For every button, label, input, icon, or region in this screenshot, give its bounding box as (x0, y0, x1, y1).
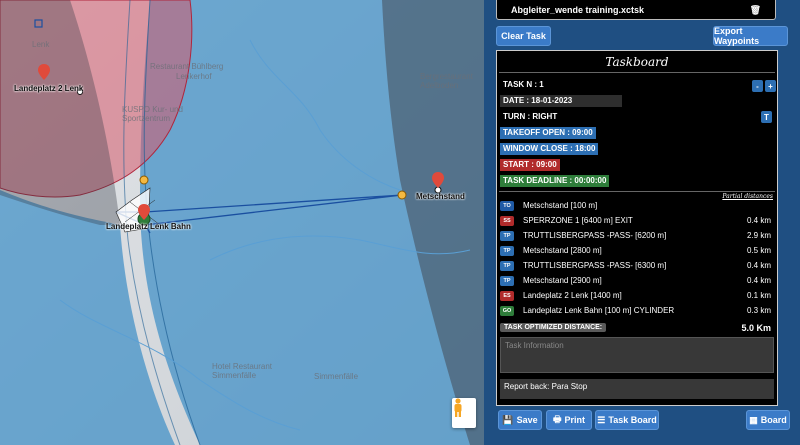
print-icon: 🖶 (552, 414, 562, 424)
map-label-lenkerhof: Lenkerhof (176, 72, 212, 81)
pegman-icon[interactable] (452, 398, 476, 428)
task-turn: TURN : RIGHT (503, 112, 558, 121)
waypoint-name: Landeplatz Lenk Bahn [100 m] CYLINDER (523, 306, 675, 315)
taskboard-title: Taskboard (605, 55, 669, 69)
task-panel: Abgleiter_wende training.xctsk 🗑 Clear T… (484, 0, 800, 445)
waypoint-type-badge: TO (500, 200, 514, 211)
waypoint-name: Metschstand [2900 m] (523, 276, 602, 285)
waypoint-name: Landeplatz 2 Lenk [1400 m] (523, 291, 622, 300)
task-date[interactable]: DATE : 18-01-2023 (500, 95, 622, 107)
board-label: Board (760, 415, 787, 425)
task-plus-button[interactable]: + (765, 80, 776, 92)
map-label-lenk: Lenk (32, 40, 50, 49)
map-view[interactable]: Lenk Landeplatz 2 Lenk Landeplatz Lenk B… (0, 0, 484, 445)
board-button[interactable]: ▦ Board (746, 410, 790, 430)
export-waypoints-button[interactable]: Export Waypoints (713, 26, 788, 46)
takeoff-open[interactable]: TAKEOFF OPEN : 09:00 (500, 127, 596, 139)
waypoint-type-badge: ES (500, 290, 514, 301)
map-label-bergrestaurant: Bergrestaurant Adelboden (420, 72, 473, 90)
waypoint-name: TRUTTLISBERGPASS -PASS- [6200 m] (523, 231, 667, 240)
waypoint-distance: 0.5 km (746, 246, 771, 255)
waypoint-distance: 0.1 km (746, 291, 771, 300)
task-board-label: Task Board (608, 415, 657, 425)
map-label-landeplatz2: Landeplatz 2 Lenk (14, 84, 84, 93)
report-back-field[interactable]: Report back: Para Stop (500, 379, 774, 399)
print-button[interactable]: 🖶 Print (546, 410, 592, 430)
task-number: TASK N : 1 (503, 80, 544, 89)
task-minus-button[interactable]: - (752, 80, 763, 92)
taskboard: Taskboard TASK N : 1 - + DATE : 18-01-20… (496, 50, 778, 406)
waypoint-distance: 0.3 km (746, 306, 771, 315)
map-label-restaurant: Restaurant Bühlberg (150, 62, 224, 71)
waypoint-row[interactable]: TP Metschstand [2900 m] 0.4 km (500, 274, 771, 287)
waypoint-row[interactable]: TO Metschstand [100 m] (500, 199, 771, 212)
task-board-button[interactable]: ☰ Task Board (595, 410, 659, 430)
taskboard-divider (499, 72, 775, 73)
waypoint-type-badge: TP (500, 245, 514, 256)
turnpoint-marker (397, 190, 407, 200)
waypoint-type-badge: GO (500, 305, 514, 316)
waypoint-distance: 0.4 km (746, 216, 771, 225)
map-label-metschstand: Metschstand (416, 192, 465, 201)
waypoint-distance: 0.4 km (746, 276, 771, 285)
task-information-field[interactable]: Task Information (500, 337, 774, 373)
clear-task-button[interactable]: Clear Task (496, 26, 551, 46)
map-label-simmenfaelle: Hotel Restaurant Simmenfälle (212, 362, 273, 380)
turn-toggle-button[interactable]: T (761, 111, 772, 123)
optimized-distance-row: TASK OPTIMIZED DISTANCE: 5.0 Km (500, 321, 771, 334)
save-label: Save (516, 415, 538, 425)
waypoint-row[interactable]: SS SPERRZONE 1 [6400 m] EXIT 0.4 km (500, 214, 771, 227)
task-file-bar[interactable]: Abgleiter_wende training.xctsk 🗑 (496, 0, 776, 20)
waypoint-row[interactable]: TP TRUTTLISBERGPASS -PASS- [6200 m] 2.9 km (500, 229, 771, 242)
waypoint-name: SPERRZONE 1 [6400 m] EXIT (523, 216, 633, 225)
waypoint-row[interactable]: ES Landeplatz 2 Lenk [1400 m] 0.1 km (500, 289, 771, 302)
waypoint-row[interactable]: TP Metschstand [2800 m] 0.5 km (500, 244, 771, 257)
task-file-name: Abgleiter_wende training.xctsk (511, 5, 645, 15)
app-root: Lenk Landeplatz 2 Lenk Landeplatz Lenk B… (0, 0, 800, 445)
task-deadline[interactable]: TASK DEADLINE : 00:00:00 (500, 175, 610, 187)
map-label-simmenfaelle2: Simmenfälle (314, 372, 359, 381)
print-label: Print (564, 415, 585, 425)
waypoint-type-badge: SS (500, 215, 514, 226)
waypoint-name: Metschstand [100 m] (523, 201, 598, 210)
waypoint-row[interactable]: TP TRUTTLISBERGPASS -PASS- [6300 m] 0.4 km (500, 259, 771, 272)
taskboard-divider-2 (499, 191, 775, 192)
waypoint-distance: 2.9 km (746, 231, 771, 240)
waypoint-row[interactable]: GO Landeplatz Lenk Bahn [100 m] CYLINDER 0… (500, 304, 771, 317)
list-icon: ☰ (597, 414, 606, 425)
waypoint-name: TRUTTLISBERGPASS -PASS- [6300 m] (523, 261, 667, 270)
window-close[interactable]: WINDOW CLOSE : 18:00 (500, 143, 599, 155)
trash-icon[interactable]: 🗑 (750, 5, 761, 16)
start-time[interactable]: START : 09:00 (500, 159, 560, 171)
map-label-kuspo: KUSPO Kur- und Sportzentrum (122, 105, 183, 123)
save-button[interactable]: 💾 Save (498, 410, 542, 430)
map-label-landeplatz-bahn: Landeplatz Lenk Bahn (106, 222, 191, 231)
waypoint-type-badge: TP (500, 260, 514, 271)
optimized-distance-label: TASK OPTIMIZED DISTANCE: (500, 323, 607, 332)
waypoint-type-badge: TP (500, 230, 514, 241)
waypoint-distance: 0.4 km (746, 261, 771, 270)
waypoint-type-badge: TP (500, 275, 514, 286)
waypoint-name: Metschstand [2800 m] (523, 246, 602, 255)
save-icon: 💾 (502, 414, 514, 425)
optimized-distance-value: 5.0 Km (741, 322, 771, 333)
grid-icon: ▦ (749, 414, 758, 425)
